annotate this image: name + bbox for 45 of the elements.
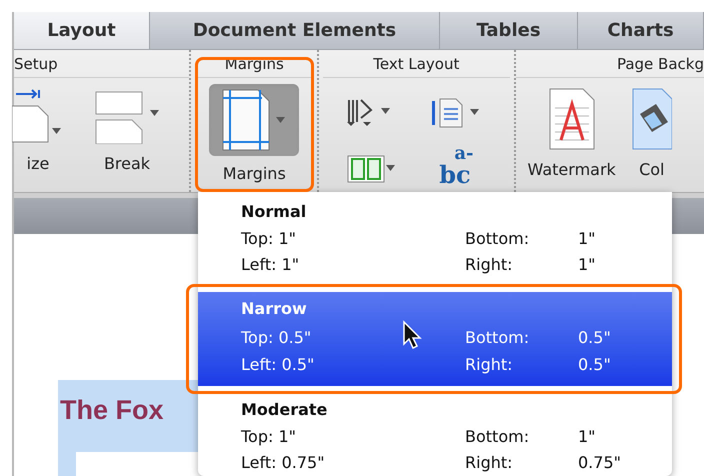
- margin-value: Left: 0.75": [241, 452, 325, 474]
- margin-value: 1": [578, 426, 596, 448]
- margins-button[interactable]: [209, 84, 300, 156]
- ribbon-tab[interactable]: Tables: [440, 12, 578, 49]
- pointer-cursor-icon: [402, 320, 424, 350]
- margin-value: 0.5": [578, 354, 611, 376]
- caret-icon: [276, 116, 286, 124]
- document-heading: The Fox: [60, 394, 164, 427]
- margin-label: Bottom:: [465, 228, 530, 250]
- ribbon-button[interactable]: Col: [632, 78, 672, 182]
- button-label: Margins: [222, 163, 286, 185]
- menu-item-title: Moderate: [241, 399, 328, 421]
- group-label: Page Backg: [616, 54, 704, 74]
- ribbon-tab[interactable]: Layout: [14, 12, 150, 49]
- page-size-icon: [12, 88, 62, 144]
- margin-value: Left: 0.5": [241, 354, 314, 376]
- margin-value: 1": [578, 228, 596, 250]
- margin-label: Right:: [465, 452, 513, 474]
- hyphenation-button[interactable]: a- bc: [436, 145, 474, 192]
- margin-label: Right:: [465, 354, 513, 376]
- margin-label: Bottom:: [465, 327, 530, 349]
- menu-item-title: Narrow: [241, 298, 307, 320]
- group-label: Text Layout: [373, 54, 460, 74]
- ribbon-tab[interactable]: Charts: [578, 12, 704, 49]
- margin-value: Left: 1": [241, 254, 300, 276]
- group-label: Setup: [14, 54, 58, 74]
- ribbon-button[interactable]: Watermark: [528, 78, 616, 182]
- ribbon-tab[interactable]: Document Elements: [150, 12, 440, 49]
- menu-item-title: Normal: [241, 201, 306, 223]
- menu-item[interactable]: Moderate Top: 1" Bottom: 1" Left: 0.75" Right: 0.75": [198, 396, 672, 476]
- menu-item[interactable]: Normal Top: 1" Bottom: 1" Left: 1" Right: 1": [198, 198, 672, 284]
- margin-value: Top: 1": [241, 228, 296, 250]
- ribbon-button[interactable]: ize: [14, 78, 62, 176]
- margin-label: Bottom:: [465, 426, 530, 448]
- margin-value: 1": [578, 254, 596, 276]
- margins-page-icon: [222, 89, 270, 151]
- margin-value: Top: 1": [241, 426, 296, 448]
- menu-item[interactable]: Narrow Top: 0.5" Bottom: 0.5" Left: 0.5" Right: 0.5": [198, 292, 672, 386]
- ribbon-button[interactable]: Break: [92, 78, 162, 176]
- margin-label: Right:: [465, 254, 513, 276]
- margin-value: 0.5": [578, 327, 611, 349]
- margin-value: Top: 0.5": [241, 327, 312, 349]
- margin-value: 0.75": [578, 452, 621, 474]
- watermark-icon: [548, 88, 595, 150]
- columns-icon: [347, 154, 396, 182]
